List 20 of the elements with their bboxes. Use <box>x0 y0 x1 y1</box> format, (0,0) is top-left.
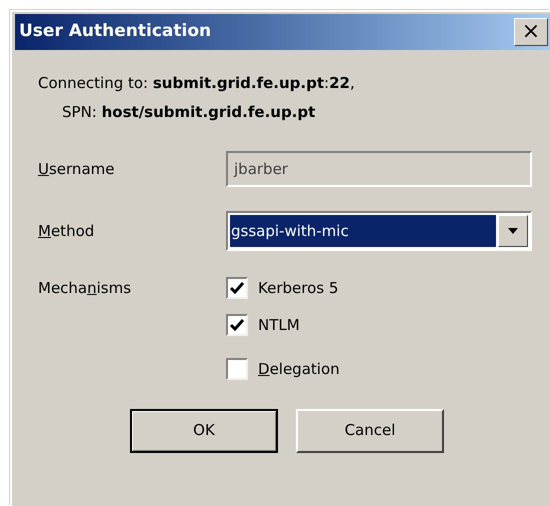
mechanisms-label: Mechanisms <box>38 278 132 299</box>
window-title: User Authentication <box>19 20 212 44</box>
dialog-button[interactable]: Cancel <box>296 408 444 452</box>
dropdown-arrow-icon <box>508 228 518 234</box>
dialog-button[interactable]: OK <box>130 408 278 452</box>
checkmark-icon <box>230 282 244 294</box>
method-dropdown[interactable]: gssapi-with-mic <box>226 211 532 251</box>
checkmark-icon <box>230 318 244 331</box>
selected-value: gssapi-with-mic <box>230 215 496 247</box>
field-label: Method <box>38 220 96 242</box>
connection-text: Connecting to: submit.grid.fe.up.pt:22, <box>38 73 356 94</box>
checkbox-label: Delegation <box>258 359 340 380</box>
field-label: Username <box>38 158 116 180</box>
checkbox[interactable] <box>226 358 248 380</box>
spn-text: SPN: host/submit.grid.fe.up.pt <box>62 102 316 122</box>
checkbox[interactable] <box>226 314 248 336</box>
checkbox-label: NTLM <box>258 314 300 336</box>
close-button[interactable]: × <box>514 18 548 46</box>
checkbox[interactable] <box>226 277 248 300</box>
checkbox-label: Kerberos 5 <box>258 278 338 299</box>
